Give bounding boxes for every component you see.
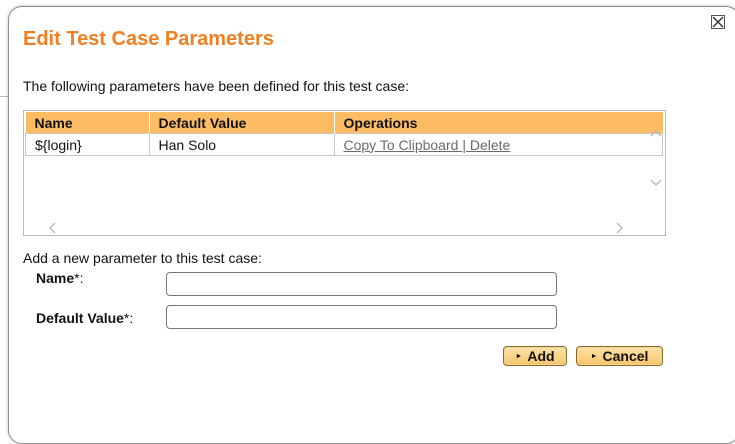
horizontal-scrollbar[interactable] xyxy=(24,217,646,235)
dialog-title: Edit Test Case Parameters xyxy=(23,28,274,50)
column-header-default-value[interactable]: Default Value xyxy=(148,112,334,134)
parameters-grid: Name Default Value Operations ${login} H… xyxy=(23,110,666,236)
cancel-button[interactable]: ► Cancel xyxy=(576,346,663,366)
parameter-name-input[interactable] xyxy=(166,272,557,296)
scroll-right-icon[interactable] xyxy=(616,222,624,234)
scroll-up-icon[interactable] xyxy=(650,129,662,137)
scroll-down-icon[interactable] xyxy=(650,179,662,187)
close-button[interactable] xyxy=(711,15,725,29)
parameter-name-cell: ${login} xyxy=(25,133,150,156)
name-label-text: Name xyxy=(36,270,75,286)
scroll-left-icon[interactable] xyxy=(48,222,56,234)
default-value-label-text: Default Value xyxy=(36,310,124,326)
copy-to-clipboard-link[interactable]: Copy To Clipboard xyxy=(344,137,463,153)
column-header-operations: Operations xyxy=(333,112,663,134)
label-colon: : xyxy=(129,310,134,326)
add-parameter-heading: Add a new parameter to this test case: xyxy=(23,250,262,266)
play-icon: ► xyxy=(515,352,523,360)
name-field-label: Name*: xyxy=(36,270,83,286)
label-colon: : xyxy=(79,270,84,286)
dialog-intro-text: The following parameters have been defin… xyxy=(23,78,409,94)
default-value-field-label: Default Value*: xyxy=(36,310,133,326)
cancel-button-label: Cancel xyxy=(602,348,649,364)
delete-link[interactable]: Delete xyxy=(466,137,510,153)
table-header-row: Name Default Value Operations xyxy=(25,112,663,134)
add-button-label: Add xyxy=(527,348,555,364)
table-row: ${login} Han Solo Copy To Clipboard | De… xyxy=(25,133,663,156)
column-header-name[interactable]: Name xyxy=(25,112,149,134)
parameter-default-value-input[interactable] xyxy=(166,305,557,329)
parameter-default-value-cell: Han Solo xyxy=(148,133,335,156)
add-button[interactable]: ► Add xyxy=(503,346,567,366)
play-icon: ► xyxy=(590,352,598,360)
close-icon xyxy=(712,16,724,28)
parameters-table: Name Default Value Operations ${login} H… xyxy=(25,112,663,156)
vertical-scrollbar[interactable] xyxy=(647,111,665,235)
parameter-operations-cell: Copy To Clipboard | Delete xyxy=(333,133,663,156)
